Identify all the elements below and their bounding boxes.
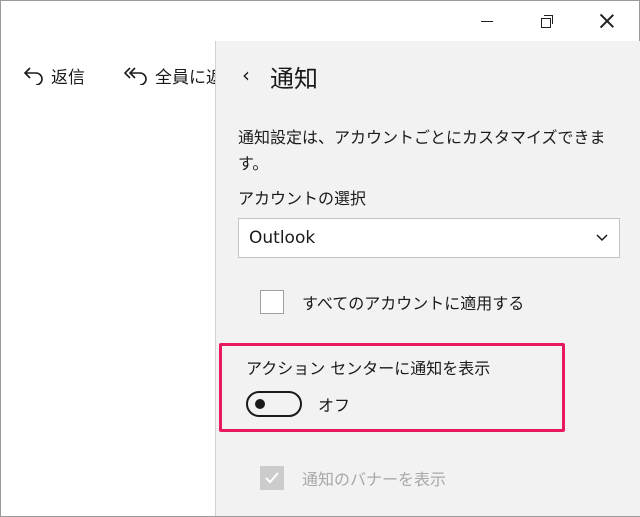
- reply-all-button[interactable]: 全員に返: [123, 57, 223, 93]
- restore-icon: [541, 15, 553, 28]
- toggle-knob: [255, 399, 265, 409]
- restore-button[interactable]: [521, 1, 573, 41]
- banner-checkbox: [260, 466, 284, 490]
- reply-all-label: 全員に返: [155, 67, 223, 88]
- minimize-button[interactable]: [461, 1, 513, 41]
- pane-title: 通知: [270, 65, 318, 93]
- notification-settings-pane: ‹ 通知 通知設定は、アカウントごとにカスタマイズできます。 アカウントの選択 …: [215, 41, 640, 516]
- close-icon: [600, 14, 614, 28]
- action-center-label: アクション センターに通知を表示: [246, 359, 491, 378]
- chevron-left-icon: ‹: [242, 63, 250, 87]
- banner-label: 通知のバナーを表示: [302, 470, 447, 489]
- action-center-toggle-row: オフ: [246, 391, 350, 417]
- pane-description: 通知設定は、アカウントごとにカスタマイズできます。: [238, 128, 606, 173]
- account-select-label: アカウントの選択: [238, 189, 367, 208]
- mail-window: 返信 全員に返 ‹ 通知 通知設定は、アカウントごとにカスタマイズできます。 ア…: [0, 0, 640, 517]
- minimize-icon: [481, 20, 493, 22]
- apply-all-label: すべてのアカウントに適用する: [302, 294, 525, 313]
- back-button[interactable]: ‹: [234, 55, 258, 95]
- apply-all-checkbox[interactable]: [260, 290, 284, 314]
- banner-option: 通知のバナーを表示: [260, 466, 446, 490]
- reply-all-icon: [123, 67, 147, 85]
- action-center-toggle[interactable]: [246, 391, 302, 417]
- title-bar: [1, 1, 639, 41]
- account-select[interactable]: Outlook: [238, 218, 620, 258]
- toggle-state-label: オフ: [318, 396, 351, 415]
- account-select-value: Outlook: [249, 228, 316, 248]
- chevron-down-icon: [596, 234, 608, 242]
- mail-toolbar: 返信 全員に返: [1, 57, 223, 97]
- apply-all-option[interactable]: すべてのアカウントに適用する: [260, 290, 524, 314]
- checkmark-icon: [265, 472, 279, 484]
- reply-label: 返信: [51, 67, 85, 88]
- reply-button[interactable]: 返信: [23, 57, 85, 93]
- reply-icon: [23, 67, 43, 85]
- close-button[interactable]: [581, 1, 633, 41]
